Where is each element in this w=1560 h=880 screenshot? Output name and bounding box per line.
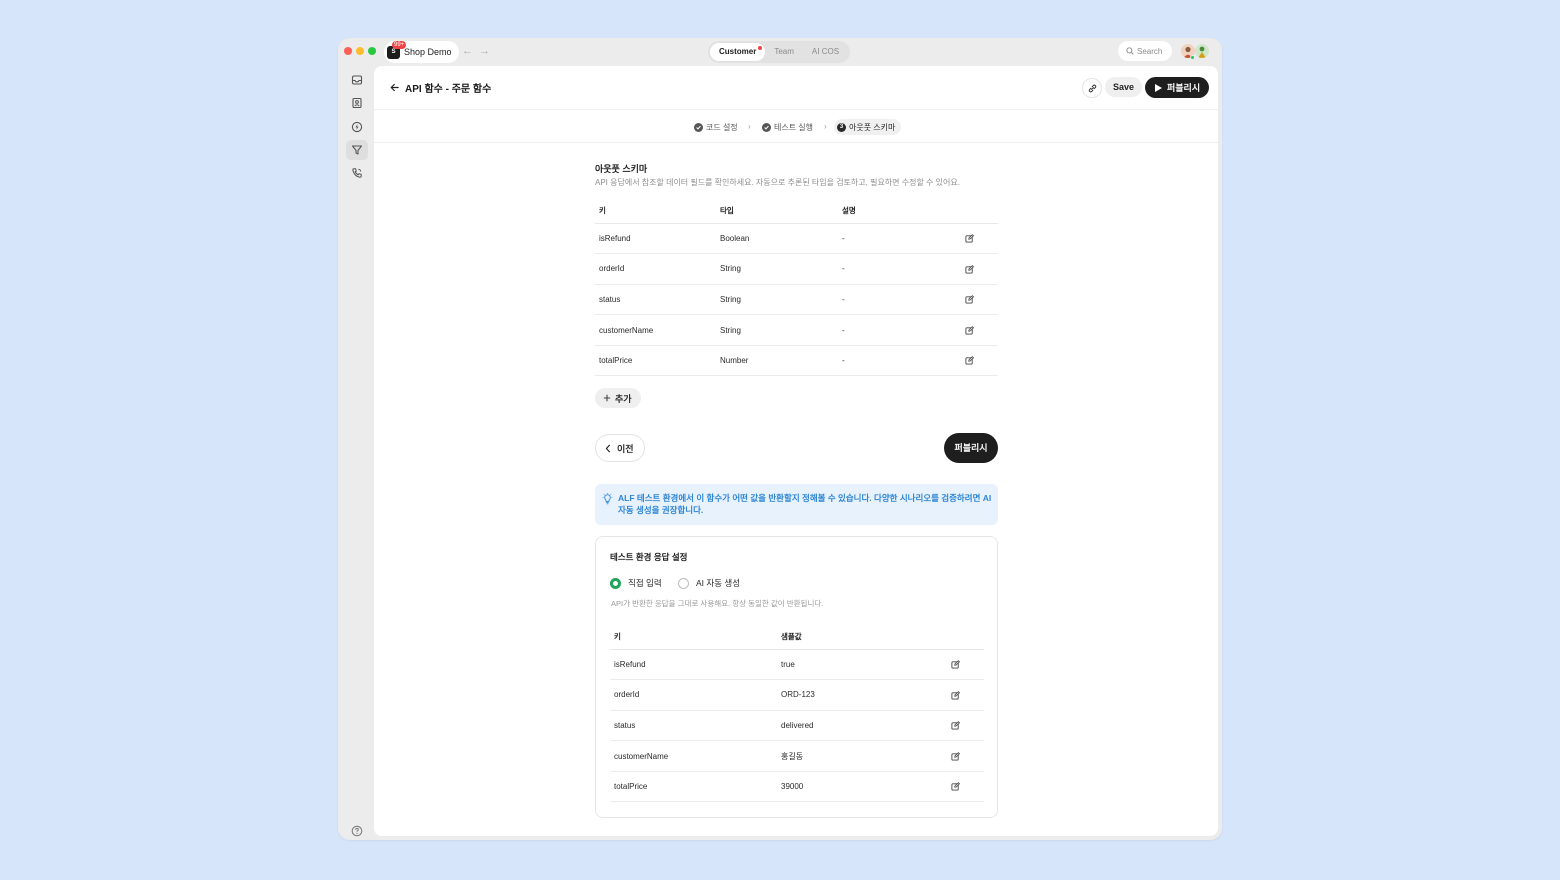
- test-response-title: 테스트 환경 응답 설정: [610, 552, 688, 562]
- edit-icon[interactable]: [965, 234, 974, 243]
- column-header-description: 설명: [838, 199, 948, 224]
- forward-arrow-icon[interactable]: →: [479, 45, 490, 57]
- table-row[interactable]: isRefund Boolean -: [595, 223, 998, 255]
- edit-icon[interactable]: [951, 660, 960, 669]
- table-row[interactable]: isRefund true: [610, 649, 984, 681]
- sidebar-item-funnel[interactable]: [346, 140, 368, 160]
- schema-title: 아웃풋 스키마: [595, 164, 648, 174]
- previous-button[interactable]: 이전: [595, 434, 645, 462]
- edit-icon[interactable]: [951, 690, 960, 700]
- table-header: 키 샘플값: [610, 625, 984, 650]
- zoom-window-button[interactable]: [368, 47, 376, 55]
- online-status-dot: [1190, 55, 1195, 60]
- radio-ai-generate[interactable]: AI 자동 생성: [678, 577, 740, 589]
- chevron-right-icon: ›: [824, 122, 827, 131]
- page-header: API 함수 - 주문 함수 Save 퍼블리시: [374, 66, 1218, 110]
- plus-icon: [603, 394, 611, 402]
- search-icon: [1126, 47, 1134, 55]
- link-icon: [1088, 84, 1096, 92]
- workspace-name: Shop Demo: [404, 47, 452, 57]
- check-circle-icon: [694, 122, 703, 132]
- sidebar: [338, 66, 374, 840]
- chevron-left-icon: [605, 444, 611, 452]
- test-response-description: API가 반환한 응답을 그대로 사용해요. 항상 동일한 값이 반환됩니다.: [611, 599, 824, 608]
- app-window: S 99+ Shop Demo ← → Customer Team AI COS…: [338, 38, 1222, 840]
- step-output-schema[interactable]: 3 아웃풋 스키마: [834, 119, 902, 135]
- tab-ai-cos[interactable]: AI COS: [803, 43, 848, 61]
- table-row[interactable]: totalPrice 39000: [610, 771, 984, 803]
- info-banner: ALF 테스트 환경에서 이 함수가 어떤 값을 반환할지 정해볼 수 있습니다…: [595, 484, 998, 525]
- radio-manual-input[interactable]: 직접 입력: [610, 577, 662, 589]
- page-title: API 함수 - 주문 함수: [405, 84, 492, 95]
- step-number: 3: [837, 122, 846, 132]
- edit-icon[interactable]: [965, 295, 974, 304]
- top-tabs: Customer Team AI COS: [708, 41, 851, 63]
- column-header-sample: 샘플값: [777, 625, 927, 650]
- main-panel: API 함수 - 주문 함수 Save 퍼블리시 코드 설정 › 테스트 실행 …: [374, 66, 1218, 836]
- sidebar-item-automation[interactable]: [346, 117, 368, 137]
- column-header-type: 타입: [716, 199, 838, 224]
- close-window-button[interactable]: [344, 47, 352, 55]
- notification-badge: 99+: [392, 40, 407, 49]
- table-row[interactable]: customerName String -: [595, 314, 998, 346]
- column-header-key: 키: [595, 199, 716, 224]
- edit-icon[interactable]: [951, 721, 960, 730]
- radio-button[interactable]: [678, 577, 689, 589]
- info-text: ALF 테스트 환경에서 이 함수가 어떤 값을 반환할지 정해볼 수 있습니다…: [618, 493, 992, 515]
- back-button[interactable]: [387, 80, 401, 94]
- bolt-icon: [351, 121, 363, 133]
- table-header: 키 타입 설명: [595, 199, 998, 224]
- add-field-button[interactable]: 추가: [595, 388, 641, 408]
- publish-header-button[interactable]: 퍼블리시: [1145, 77, 1210, 98]
- edit-icon[interactable]: [965, 264, 974, 274]
- tab-team[interactable]: Team: [765, 43, 803, 61]
- table-row[interactable]: customerName 홍길동: [610, 740, 984, 772]
- schema-table: 키 타입 설명 isRefund Boolean - orderId Strin…: [595, 199, 998, 377]
- column-header-key: 키: [610, 625, 777, 650]
- back-arrow-icon[interactable]: ←: [462, 45, 473, 57]
- check-circle-icon: [762, 122, 771, 132]
- titlebar: S 99+ Shop Demo ← → Customer Team AI COS…: [338, 38, 1222, 66]
- funnel-icon: [351, 145, 363, 155]
- sidebar-item-inbox[interactable]: [346, 70, 368, 90]
- avatar[interactable]: [1195, 44, 1209, 58]
- contacts-icon: [352, 97, 362, 109]
- table-row[interactable]: totalPrice Number -: [595, 345, 998, 377]
- minimize-window-button[interactable]: [356, 47, 364, 55]
- chevron-right-icon: ›: [748, 122, 751, 131]
- table-row[interactable]: orderId ORD-123: [610, 679, 984, 711]
- edit-icon[interactable]: [965, 356, 974, 365]
- step-code-setup[interactable]: 코드 설정: [694, 119, 738, 135]
- workspace-switcher[interactable]: S 99+ Shop Demo: [384, 40, 459, 63]
- test-response-card: 테스트 환경 응답 설정 직접 입력 AI 자동 생성 API가 반환한 응답을…: [595, 536, 998, 818]
- copy-link-button[interactable]: [1082, 78, 1102, 98]
- schema-description: API 응답에서 참조할 데이터 필드를 확인하세요. 자동으로 추론된 타입을…: [595, 178, 960, 187]
- stepper: 코드 설정 › 테스트 실행 › 3 아웃풋 스키마: [374, 110, 1218, 143]
- radio-button-selected[interactable]: [610, 577, 621, 589]
- step-test-run[interactable]: 테스트 실행: [762, 119, 813, 135]
- help-icon[interactable]: [351, 824, 363, 840]
- sidebar-item-phone[interactable]: [346, 163, 368, 183]
- inbox-icon: [351, 75, 363, 85]
- table-row[interactable]: status delivered: [610, 710, 984, 742]
- arrow-left-icon: [390, 83, 399, 91]
- edit-icon[interactable]: [951, 782, 960, 791]
- search-button[interactable]: Search: [1118, 41, 1172, 61]
- unread-dot: [758, 46, 763, 50]
- lightbulb-icon: [602, 492, 613, 510]
- play-icon: [1155, 83, 1162, 92]
- sidebar-item-contacts[interactable]: [346, 93, 368, 113]
- user-avatars[interactable]: [1178, 42, 1218, 62]
- phone-icon: [352, 168, 362, 178]
- table-row[interactable]: status String -: [595, 284, 998, 316]
- publish-button[interactable]: 퍼블리시: [944, 433, 998, 463]
- tab-customer[interactable]: Customer: [710, 43, 766, 61]
- edit-icon[interactable]: [965, 325, 974, 335]
- save-button[interactable]: Save: [1105, 77, 1143, 97]
- sample-value-table: 키 샘플값 isRefund true orderId ORD-123 stat…: [610, 625, 984, 803]
- edit-icon[interactable]: [951, 751, 960, 761]
- table-row[interactable]: orderId String -: [595, 253, 998, 285]
- workspace-logo: S 99+: [387, 40, 407, 59]
